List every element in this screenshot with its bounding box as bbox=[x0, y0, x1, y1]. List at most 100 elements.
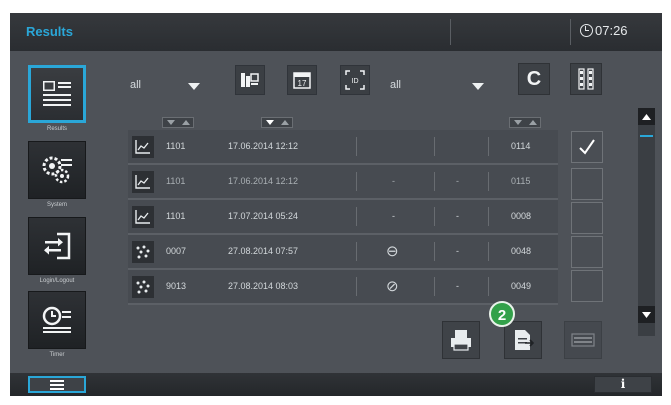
export-button[interactable] bbox=[504, 321, 542, 359]
column-divider bbox=[356, 277, 357, 296]
row-number: 0115 bbox=[511, 176, 531, 186]
measurement-chart-icon bbox=[132, 136, 154, 158]
row-datetime: 17.07.2014 05:24 bbox=[228, 211, 299, 221]
filter-select-2[interactable]: all bbox=[390, 79, 401, 91]
top-divider bbox=[570, 19, 571, 45]
row-id: 1101 bbox=[166, 211, 186, 221]
nav-item-system[interactable]: System bbox=[28, 141, 86, 208]
checkmark-icon bbox=[579, 139, 595, 155]
timer-button[interactable] bbox=[28, 291, 86, 349]
login-logout-icon bbox=[44, 232, 71, 260]
results-button[interactable] bbox=[28, 65, 86, 123]
row-status: - bbox=[392, 211, 395, 221]
row-id: 1101 bbox=[166, 176, 186, 186]
calendar-icon: 17 bbox=[293, 72, 311, 89]
date-filter-button[interactable]: 17 bbox=[287, 65, 317, 95]
column-divider bbox=[356, 172, 357, 191]
scrollbar-track[interactable] bbox=[638, 108, 655, 336]
top-bar: Results 07:26 bbox=[10, 13, 662, 51]
keyboard-button-disabled[interactable] bbox=[564, 321, 602, 359]
system-gears-icon bbox=[42, 156, 72, 184]
nav-item-results[interactable]: Results bbox=[28, 65, 86, 132]
system-button[interactable] bbox=[28, 141, 86, 199]
chevron-down-icon[interactable] bbox=[188, 83, 200, 90]
table-row[interactable]: 1101 17.06.2014 12:12 - - 0115 bbox=[128, 165, 558, 200]
chevron-down-icon[interactable] bbox=[472, 83, 484, 90]
hamburger-menu-icon bbox=[50, 379, 64, 390]
column-divider bbox=[434, 242, 435, 261]
table-row[interactable]: 1101 17.06.2014 12:12 0114 bbox=[128, 130, 558, 165]
row-status-icon: ⊘ bbox=[386, 278, 399, 295]
scrollbar-thumb[interactable] bbox=[640, 135, 653, 137]
row-id: 9013 bbox=[166, 281, 187, 291]
row-flag: - bbox=[456, 176, 459, 186]
clock-time: 07:26 bbox=[595, 23, 628, 38]
filter-select-1[interactable]: all bbox=[130, 79, 141, 91]
row-checkbox[interactable] bbox=[571, 236, 603, 268]
row-flag: - bbox=[456, 246, 459, 256]
row-checkbox[interactable] bbox=[571, 202, 603, 234]
row-checkbox[interactable] bbox=[571, 168, 603, 200]
row-number: 0049 bbox=[511, 281, 532, 291]
column-divider bbox=[488, 277, 489, 296]
clear-filter-button[interactable]: C bbox=[518, 63, 550, 95]
arrow-down-icon bbox=[642, 311, 651, 318]
table-row[interactable]: 1101 17.07.2014 05:24 - - 0008 bbox=[128, 200, 558, 235]
login-logout-button[interactable] bbox=[28, 217, 86, 275]
info-button[interactable]: i bbox=[594, 376, 652, 393]
nav-label: System bbox=[46, 202, 67, 208]
column-divider bbox=[488, 207, 489, 226]
callout-badge: 2 bbox=[489, 301, 515, 327]
row-number: 0008 bbox=[511, 211, 532, 221]
row-datetime: 17.06.2014 12:12 bbox=[228, 176, 299, 186]
row-checkbox-checked[interactable] bbox=[571, 131, 603, 163]
row-number: 0114 bbox=[511, 141, 531, 151]
scatter-measurement-icon bbox=[132, 276, 154, 298]
sort-number-button[interactable] bbox=[509, 117, 541, 128]
printer-icon bbox=[451, 330, 471, 351]
table-row[interactable]: 9013 27.08.2014 08:03 ⊘ - 0049 bbox=[128, 270, 558, 305]
scroll-down-button[interactable] bbox=[638, 306, 655, 323]
top-divider bbox=[450, 19, 451, 45]
row-id: 0007 bbox=[166, 246, 187, 256]
id-scan-icon: ID bbox=[345, 70, 365, 90]
sample-filter-button[interactable] bbox=[235, 65, 265, 95]
nav-label: Timer bbox=[49, 352, 65, 358]
columns-icon bbox=[578, 68, 594, 90]
timer-list-icon bbox=[42, 306, 71, 333]
nav-label: Results bbox=[46, 126, 67, 132]
row-datetime: 27.08.2014 07:57 bbox=[228, 246, 299, 256]
column-select-button[interactable] bbox=[570, 63, 602, 95]
table-row[interactable]: 0007 27.08.2014 07:57 ⊖ - 0048 bbox=[128, 235, 558, 270]
column-divider bbox=[488, 172, 489, 191]
clock-icon bbox=[580, 24, 593, 37]
export-document-icon bbox=[515, 330, 535, 350]
id-filter-button[interactable]: ID bbox=[340, 65, 370, 95]
results-list-icon bbox=[43, 81, 71, 106]
page-title: Results bbox=[26, 24, 73, 39]
row-flag: - bbox=[456, 211, 459, 221]
scroll-up-button[interactable] bbox=[638, 108, 655, 125]
sort-id-button[interactable] bbox=[162, 117, 194, 128]
row-datetime: 17.06.2014 12:12 bbox=[228, 141, 299, 151]
column-divider bbox=[434, 207, 435, 226]
row-id: 1101 bbox=[166, 141, 186, 151]
column-divider bbox=[356, 137, 357, 156]
nav-label: Login/Logout bbox=[39, 278, 75, 284]
device-screen: Results 07:26 Results System Login/Logou… bbox=[10, 13, 662, 396]
arrow-up-icon bbox=[642, 113, 651, 120]
row-flag: - bbox=[456, 281, 459, 291]
column-divider bbox=[434, 172, 435, 191]
row-checkbox[interactable] bbox=[571, 270, 603, 302]
scatter-measurement-icon bbox=[132, 241, 154, 263]
print-button[interactable] bbox=[442, 321, 480, 359]
nav-item-login-logout[interactable]: Login/Logout bbox=[28, 217, 86, 284]
sample-id-icon bbox=[241, 73, 259, 87]
row-status-icon: ⊖ bbox=[386, 243, 399, 260]
column-divider bbox=[356, 242, 357, 261]
sort-date-button[interactable] bbox=[261, 117, 293, 128]
nav-item-timer[interactable]: Timer bbox=[28, 291, 86, 358]
main-menu-button[interactable] bbox=[28, 376, 86, 393]
row-number: 0048 bbox=[511, 246, 532, 256]
row-status: - bbox=[392, 176, 395, 186]
